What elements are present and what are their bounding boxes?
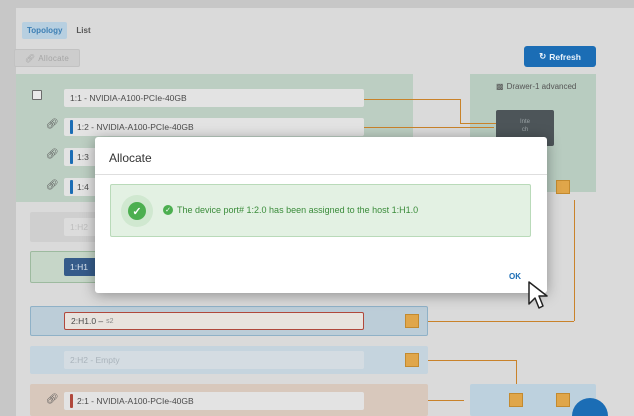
- device-label: 2:1 - NVIDIA-A100-PCIe-40GB: [77, 396, 194, 406]
- link-icon[interactable]: 🔗︎: [46, 149, 59, 160]
- drawer-title: ▩ Drawer-1 advanced: [496, 82, 576, 91]
- wire: [460, 99, 461, 123]
- device-checkbox[interactable]: [32, 90, 42, 100]
- success-message: ✓ The device port# 1:2.0 has been assign…: [163, 205, 418, 215]
- port[interactable]: [556, 393, 570, 407]
- host-row[interactable]: 2:H1.0 – s2: [64, 312, 364, 330]
- link-icon: 🔗︎: [24, 53, 36, 63]
- allocate-dialog: Allocate ✓ ✓ The device port# 1:2.0 has …: [95, 137, 547, 293]
- device-label: 1:2 - NVIDIA-A100-PCIe-40GB: [77, 122, 194, 132]
- mouse-cursor-icon: [528, 281, 548, 309]
- wire: [460, 123, 496, 124]
- success-message-text: The device port# 1:2.0 has been assigned…: [177, 205, 419, 215]
- refresh-button-label: Refresh: [549, 51, 581, 62]
- host-label: 1:H2: [70, 222, 88, 232]
- dialog-title: Allocate: [109, 151, 152, 165]
- host-label: 2:H2 - Empty: [70, 355, 120, 365]
- device-status-bar: [70, 394, 73, 408]
- divider: [95, 174, 547, 175]
- device-row[interactable]: 1:1 - NVIDIA-A100-PCIe-40GB: [64, 89, 364, 107]
- check-circle-icon: ✓: [163, 205, 173, 215]
- device-label: 1:1 - NVIDIA-A100-PCIe-40GB: [70, 93, 187, 103]
- refresh-icon: ↻: [539, 51, 547, 61]
- host-row[interactable]: 2:H2 - Empty: [64, 351, 364, 369]
- device-status-bar: [70, 120, 73, 134]
- tab-list[interactable]: List: [71, 22, 95, 39]
- refresh-button[interactable]: ↻ Refresh: [524, 46, 596, 67]
- port[interactable]: [509, 393, 523, 407]
- host-suffix: s2: [106, 317, 114, 325]
- port[interactable]: [405, 314, 419, 328]
- device-label: 1:4: [77, 182, 89, 192]
- device-row[interactable]: 1:2 - NVIDIA-A100-PCIe-40GB: [64, 118, 364, 136]
- device-status-bar: [70, 150, 73, 164]
- port[interactable]: [556, 180, 570, 194]
- host-label: 1:H1: [70, 262, 88, 272]
- device-label: 1:3: [77, 152, 89, 162]
- link-icon[interactable]: 🔗︎: [46, 119, 59, 130]
- link-icon[interactable]: 🔗︎: [46, 180, 59, 191]
- success-check-icon: ✓: [121, 195, 153, 227]
- allocate-button[interactable]: 🔗︎ Allocate: [14, 49, 80, 67]
- device-row[interactable]: 2:1 - NVIDIA-A100-PCIe-40GB: [64, 392, 364, 410]
- wire: [364, 99, 460, 100]
- success-alert: ✓ ✓ The device port# 1:2.0 has been assi…: [110, 184, 531, 237]
- wire: [364, 127, 494, 128]
- drawer-icon: ▩: [496, 82, 504, 91]
- view-tabs: Topology List: [22, 22, 96, 39]
- wire: [412, 321, 574, 322]
- device-status-bar: [70, 180, 73, 194]
- allocate-button-label: Allocate: [38, 53, 70, 63]
- host-label: 2:H1.0 –: [71, 316, 104, 326]
- wire: [574, 200, 575, 321]
- tab-topology[interactable]: Topology: [22, 22, 68, 39]
- drawer-title-text: Drawer-1 advanced: [506, 82, 577, 91]
- link-icon[interactable]: 🔗︎: [46, 394, 59, 405]
- port[interactable]: [405, 353, 419, 367]
- ok-button[interactable]: OK: [505, 269, 525, 284]
